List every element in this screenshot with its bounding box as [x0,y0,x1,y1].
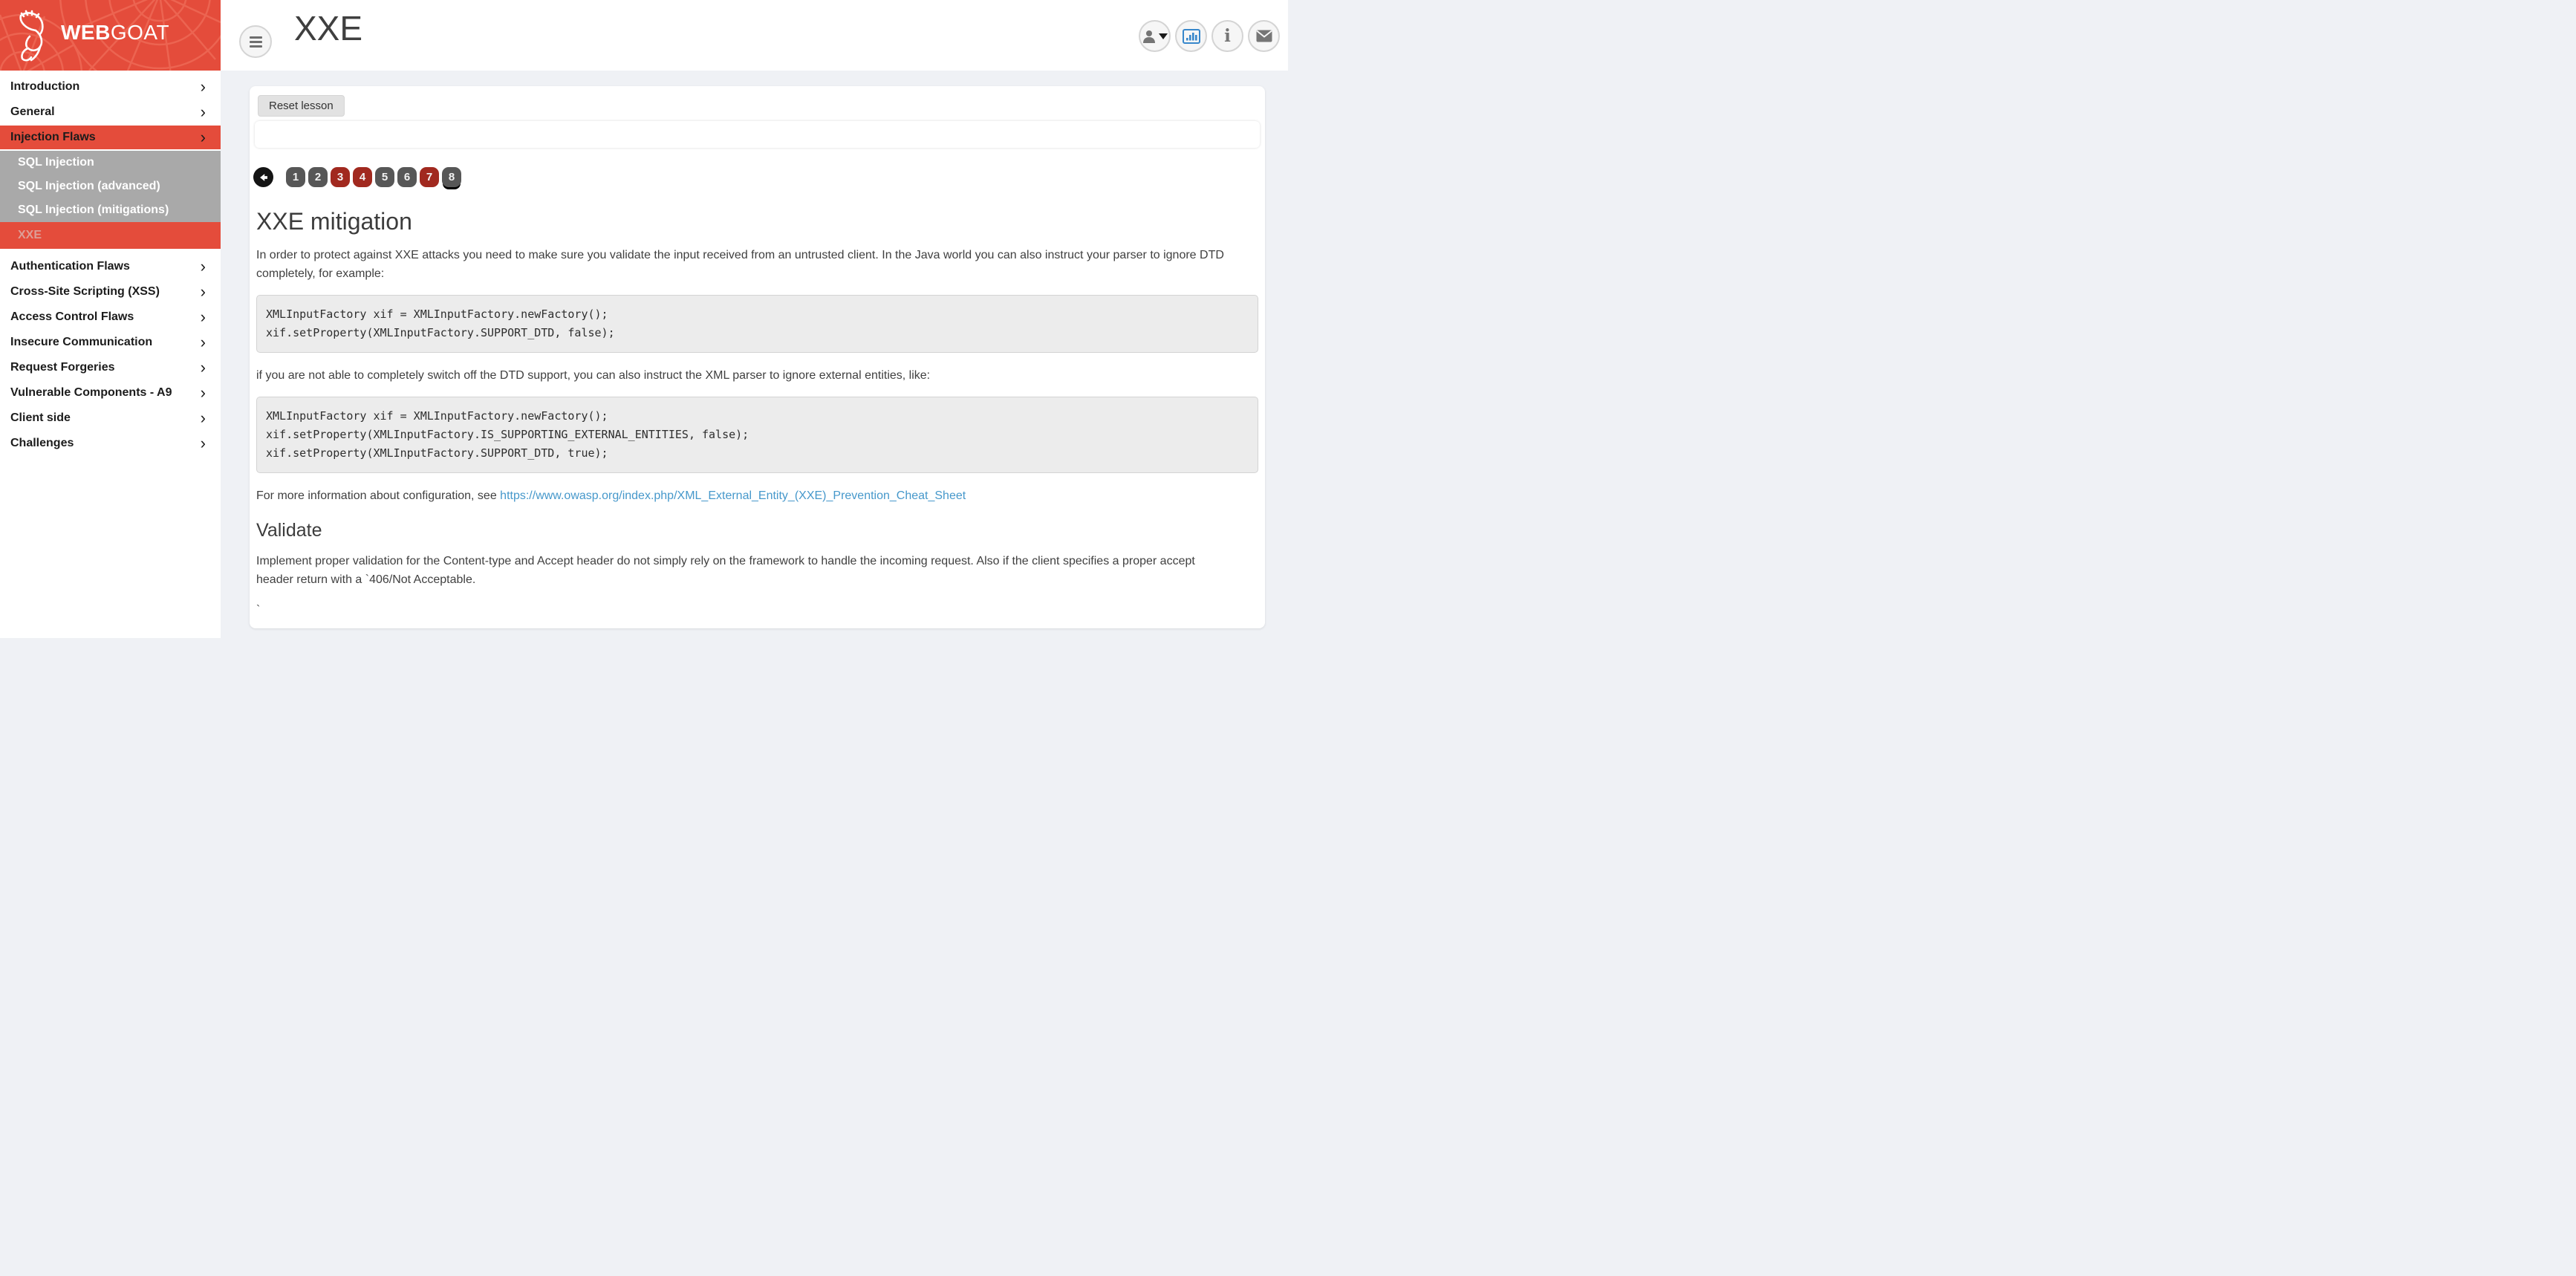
owasp-cheat-sheet-link[interactable]: https://www.owasp.org/index.php/XML_Exte… [500,489,966,502]
code-block: XMLInputFactory xif = XMLInputFactory.ne… [256,397,1258,473]
page-pill-3[interactable]: 3 [331,167,350,187]
brand-web-label: WEB [61,21,111,44]
sidebar-item-access-control-flaws[interactable]: Access Control Flaws › [0,305,221,329]
page-pills: 1 2 3 4 5 6 7 8 [286,167,461,187]
scoreboard-button[interactable] [1175,20,1207,52]
mail-icon [1256,30,1272,42]
sidebar-item-general[interactable]: General › [0,100,221,124]
sidebar-item-label: Injection Flaws [10,131,96,144]
previous-page-button[interactable] [253,167,273,187]
sidebar-item-label: Vulnerable Components - A9 [10,386,172,400]
menu-icon [250,41,262,43]
sidebar-item-challenges[interactable]: Challenges › [0,432,221,455]
chevron-right-icon: › [201,360,206,375]
chevron-right-icon: › [201,284,206,299]
page-pill-6[interactable]: 6 [397,167,417,187]
top-bar: XXE i [221,0,1288,71]
sidebar-item-injection-flaws[interactable]: Injection Flaws › [0,126,221,149]
menu-icon [250,45,262,48]
lesson-heading: XXE mitigation [256,208,1258,235]
sidebar-item-label: Introduction [10,80,79,94]
lesson-paragraph: In order to protect against XXE attacks … [256,246,1229,283]
page-pill-5[interactable]: 5 [375,167,394,187]
caret-down-icon [1159,33,1168,39]
page-pill-1[interactable]: 1 [286,167,305,187]
sidebar-item-label: Request Forgeries [10,361,114,374]
page-pill-4[interactable]: 4 [353,167,372,187]
code-block: XMLInputFactory xif = XMLInputFactory.ne… [256,295,1258,353]
validate-heading: Validate [256,520,1258,541]
sidebar-item-vulnerable-components[interactable]: Vulnerable Components - A9 › [0,381,221,405]
sidebar-item-insecure-communication[interactable]: Insecure Communication › [0,331,221,354]
lesson-action-panel [255,121,1260,148]
user-menu-button[interactable] [1139,20,1171,52]
goat-logo-icon [10,8,49,63]
main-content: Reset lesson 1 2 3 4 5 6 7 8 XXE mitigat… [221,71,1288,638]
lesson-paragraph: if you are not able to completely switch… [256,366,1229,385]
chevron-right-icon: › [201,259,206,274]
sidebar-item-authentication-flaws[interactable]: Authentication Flaws › [0,255,221,279]
page-pill-7[interactable]: 7 [420,167,439,187]
sidebar-item-label: SQL Injection (advanced) [18,180,160,193]
sidebar-item-label: Access Control Flaws [10,310,134,324]
sidebar-item-label: Cross-Site Scripting (XSS) [10,285,160,299]
menu-icon [250,36,262,39]
brand-goat-label: GOAT [111,21,169,44]
user-icon [1142,29,1157,44]
page-title: XXE [294,8,362,48]
about-button[interactable]: i [1211,20,1243,52]
sidebar-item-sql-injection-mitigations[interactable]: SQL Injection (mitigations) [0,198,221,222]
lesson-paragraph: Implement proper validation for the Cont… [256,552,1229,589]
sidebar-item-label: Insecure Communication [10,336,152,349]
lesson-paragraph: For more information about configuration… [256,486,1229,505]
chevron-right-icon: › [201,335,206,350]
chevron-right-icon: › [201,436,206,451]
bar-chart-icon [1183,29,1200,44]
sidebar-item-label: General [10,105,55,119]
brand-wordmark: WEBGOAT [61,21,169,45]
page-pill-2[interactable]: 2 [308,167,328,187]
sidebar-item-sql-injection-advanced[interactable]: SQL Injection (advanced) [0,175,221,198]
page-pill-8-current[interactable]: 8 [442,167,461,187]
sidebar-item-label: XXE [18,229,42,242]
sidebar-item-label: SQL Injection (mitigations) [18,204,169,217]
sidebar-item-sql-injection[interactable]: SQL Injection [0,151,221,175]
sidebar-item-client-side[interactable]: Client side › [0,406,221,430]
chevron-right-icon: › [201,79,206,94]
sidebar-item-label: Authentication Flaws [10,260,130,273]
sidebar-item-label: Challenges [10,437,74,450]
sidebar-item-request-forgeries[interactable]: Request Forgeries › [0,356,221,380]
lesson-content: XXE mitigation In order to protect again… [250,208,1265,619]
link-intro-text: For more information about configuration… [256,489,500,502]
chevron-right-icon: › [201,385,206,400]
chevron-right-icon: › [201,130,206,145]
chevron-right-icon: › [201,411,206,426]
back-arrow-icon [258,172,270,183]
reset-lesson-button[interactable]: Reset lesson [258,95,345,117]
stray-backtick-text: ` [256,601,1229,619]
header-actions: i [1139,20,1280,52]
lesson-toolbar: Reset lesson [250,86,1265,117]
contact-button[interactable] [1248,20,1280,52]
sidebar-item-cross-site-scripting[interactable]: Cross-Site Scripting (XSS) › [0,280,221,304]
sidebar: WEBGOAT Introduction › General › Injecti… [0,0,221,638]
info-icon: i [1224,27,1231,45]
chevron-right-icon: › [201,310,206,325]
sidebar-item-label: SQL Injection [18,156,94,169]
lesson-pagination: 1 2 3 4 5 6 7 8 [253,167,1265,187]
chevron-right-icon: › [201,105,206,120]
brand-banner: WEBGOAT [0,0,221,71]
sidebar-item-introduction[interactable]: Introduction › [0,75,221,99]
lesson-card: Reset lesson 1 2 3 4 5 6 7 8 XXE mitigat… [250,86,1265,628]
menu-toggle-button[interactable] [239,25,272,58]
sidebar-item-xxe[interactable]: XXE [0,222,221,249]
sidebar-item-label: Client side [10,411,71,425]
lesson-menu: Introduction › General › Injection Flaws… [0,71,221,455]
